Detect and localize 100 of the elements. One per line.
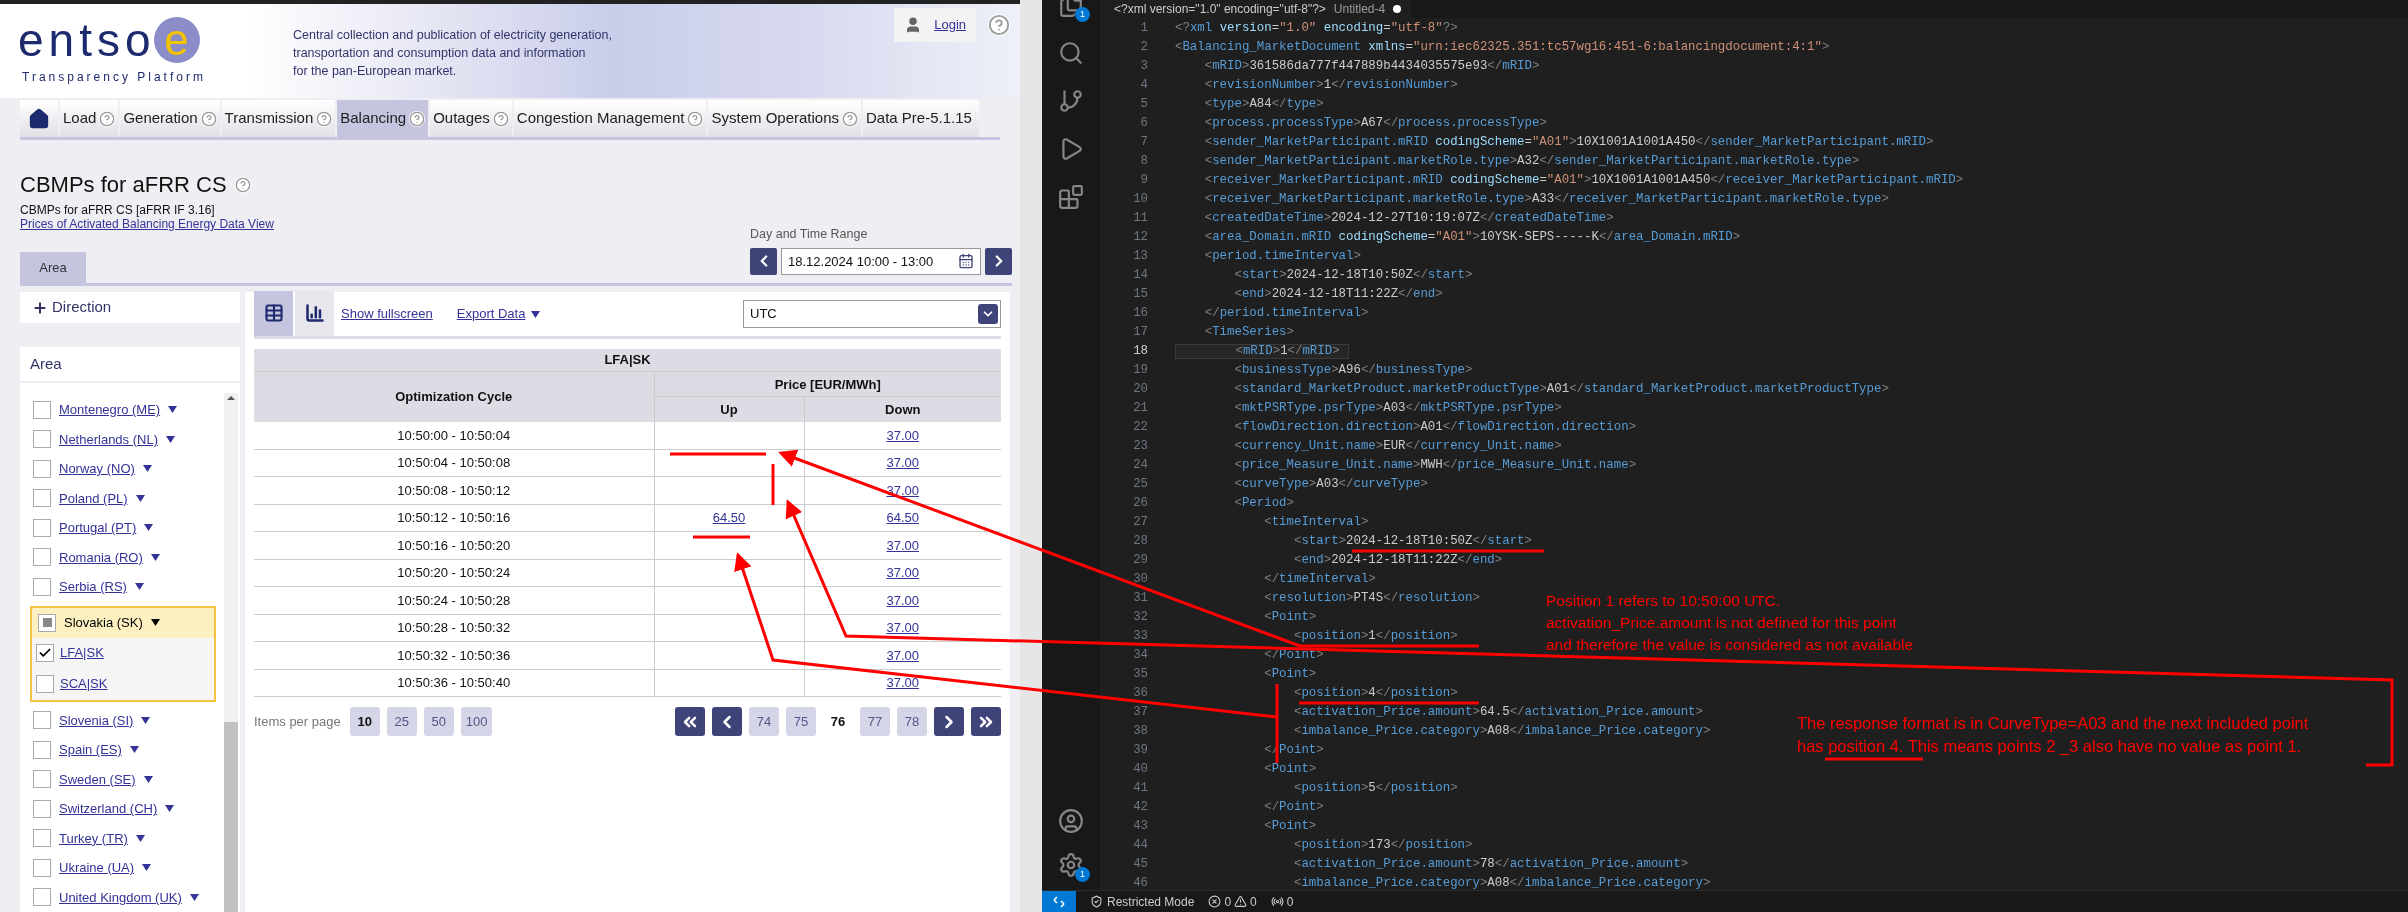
nav-tab[interactable]: Outages [430,100,512,137]
checkbox[interactable] [36,644,54,662]
previous-day-button[interactable] [750,247,777,275]
nav-tab[interactable]: Generation [120,100,220,137]
page-size-button[interactable]: 25 [386,707,417,737]
restricted-mode-button[interactable]: Restricted Mode [1090,892,1195,911]
direction-panel[interactable]: Direction [20,291,240,324]
area-link[interactable]: Sweden (SE) [59,769,136,789]
editor-tab[interactable]: <?xml version="1.0" encoding="utf-8"?> Untitled-4 [1100,0,1412,18]
help-icon[interactable] [409,110,426,127]
area-link[interactable]: Slovenia (SI) [59,710,134,730]
page-size-button[interactable]: 50 [423,707,454,737]
price-link[interactable]: 37.00 [886,427,919,443]
checkbox[interactable] [33,459,51,478]
help-icon[interactable] [492,110,509,127]
timezone-select[interactable]: UTC [743,299,1001,328]
caret-icon[interactable] [142,465,152,473]
view-tab[interactable]: Area [20,251,86,283]
direction-label[interactable]: Direction [52,296,112,319]
page-button[interactable]: 74 [749,707,779,737]
help-icon[interactable] [988,14,1010,36]
caret-icon[interactable] [166,435,175,443]
export-data-link[interactable]: Export Data [456,304,526,324]
account-icon[interactable] [1058,808,1084,834]
caret-icon[interactable] [143,775,153,783]
login-link[interactable]: Login [934,15,966,35]
caret-icon[interactable] [135,834,145,842]
nav-tab[interactable]: Data Pre-5.1.15 [863,100,979,137]
caret-icon[interactable] [129,746,139,754]
table-view-button[interactable] [254,290,293,336]
checkbox[interactable] [33,548,51,567]
search-icon[interactable] [1058,40,1084,66]
caret-icon[interactable] [165,805,175,813]
area-link[interactable]: LFA|SK [60,643,104,663]
nav-tab[interactable]: System Operations [708,100,861,137]
date-range-field[interactable]: 18.12.2024 10:00 - 13:00 [781,247,981,275]
caret-icon[interactable] [150,619,160,626]
previous-page-button[interactable] [712,707,742,737]
price-link[interactable]: 37.00 [886,455,919,471]
price-link[interactable]: 64.50 [886,510,919,526]
help-icon[interactable] [842,110,858,127]
checkbox[interactable] [33,888,51,907]
price-link[interactable]: 37.00 [886,647,919,663]
calendar-icon[interactable] [958,253,974,270]
caret-icon[interactable] [150,553,160,561]
nav-tab[interactable]: Congestion Management [513,100,707,137]
area-link[interactable]: Norway (NO) [59,459,135,479]
home-tab[interactable] [20,100,58,137]
caret-icon[interactable] [134,583,144,591]
page-button[interactable]: 77 [860,707,890,737]
caret-icon[interactable] [531,310,541,318]
help-icon[interactable] [200,110,217,127]
data-view-link[interactable]: Prices of Activated Balancing Energy Data View [20,217,274,231]
area-link[interactable]: Ukraine (UA) [59,858,135,878]
branch-icon[interactable] [1058,88,1084,114]
area-link[interactable]: United Kingdom (UK) [59,887,182,907]
page-size-button[interactable]: 10 [349,707,380,737]
ports-button[interactable]: 0 [1270,892,1294,911]
area-group-label[interactable]: Slovakia (SK) [64,612,143,633]
nav-tab[interactable]: Transmission [221,100,336,137]
next-page-button[interactable] [934,707,964,737]
price-link[interactable]: 37.00 [886,537,919,553]
help-icon[interactable] [99,110,116,127]
area-link[interactable]: Turkey (TR) [59,828,128,848]
area-group-header[interactable]: Slovakia (SK) [32,607,214,638]
chart-view-button[interactable] [295,290,334,336]
checkbox[interactable] [33,489,51,508]
area-link[interactable]: Romania (RO) [59,547,143,567]
checkbox[interactable] [36,675,54,693]
area-link[interactable]: Portugal (PT) [59,518,137,538]
checkbox[interactable] [33,518,51,537]
problems-button[interactable]: 0 0 [1208,892,1257,911]
restricted-mode-label[interactable]: Restricted Mode [1107,892,1195,911]
next-day-button[interactable] [985,247,1012,275]
checkbox[interactable] [33,400,51,419]
help-icon[interactable] [316,110,333,127]
page-size-button[interactable]: 100 [460,707,493,737]
caret-icon[interactable] [168,406,178,414]
price-link[interactable]: 37.00 [886,675,919,691]
caret-icon[interactable] [135,494,145,502]
caret-icon[interactable] [142,864,152,872]
checkbox[interactable] [33,711,51,730]
area-link[interactable]: Switzerland (CH) [59,799,158,819]
caret-icon[interactable] [144,524,154,532]
area-link[interactable]: Serbia (RS) [59,577,127,597]
last-page-button[interactable] [971,707,1001,737]
dropdown-button[interactable] [978,303,998,324]
nav-tab[interactable]: Balancing [337,100,429,137]
checkbox[interactable] [33,430,51,449]
checkbox[interactable] [33,858,51,877]
checkbox[interactable] [33,799,51,818]
area-link[interactable]: Poland (PL) [59,488,128,508]
first-page-button[interactable] [675,707,705,737]
checkbox[interactable] [33,740,51,759]
checkbox[interactable] [38,613,56,632]
area-link[interactable]: Netherlands (NL) [59,429,158,449]
extensions-icon[interactable] [1058,184,1084,210]
area-link[interactable]: Montenegro (ME) [59,400,161,420]
area-link[interactable]: Spain (ES) [59,740,122,760]
scrollbar[interactable] [224,393,238,912]
